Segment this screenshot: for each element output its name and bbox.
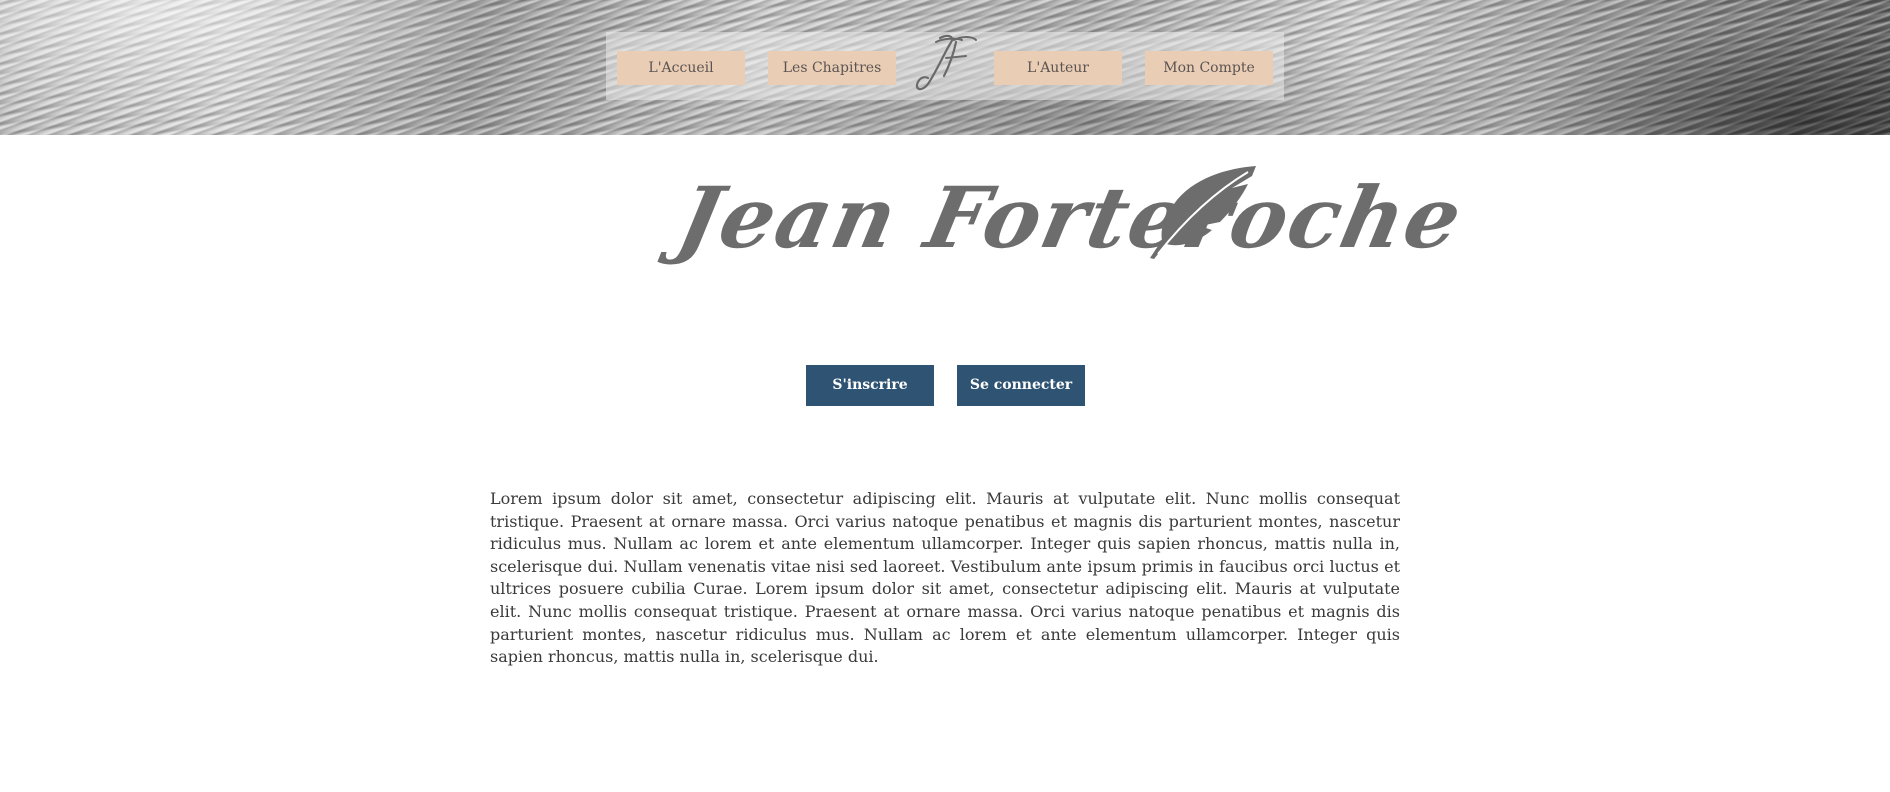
login-button[interactable]: Se connecter	[957, 365, 1085, 406]
site-title: Jean Forteroche	[669, 160, 1472, 290]
page-title: Jean Forteroche	[669, 168, 1472, 267]
signup-button[interactable]: S'inscrire	[806, 365, 934, 406]
feather-icon	[1150, 166, 1256, 259]
nav-item-compte[interactable]: Mon Compte	[1145, 51, 1273, 85]
nav-item-chapitres[interactable]: Les Chapitres	[768, 51, 896, 85]
nav-item-auteur[interactable]: L'Auteur	[994, 51, 1122, 85]
intro-paragraph: Lorem ipsum dolor sit amet, consectetur …	[490, 489, 1400, 667]
jf-monogram-logo[interactable]	[910, 32, 980, 94]
nav-item-accueil[interactable]: L'Accueil	[617, 51, 745, 85]
